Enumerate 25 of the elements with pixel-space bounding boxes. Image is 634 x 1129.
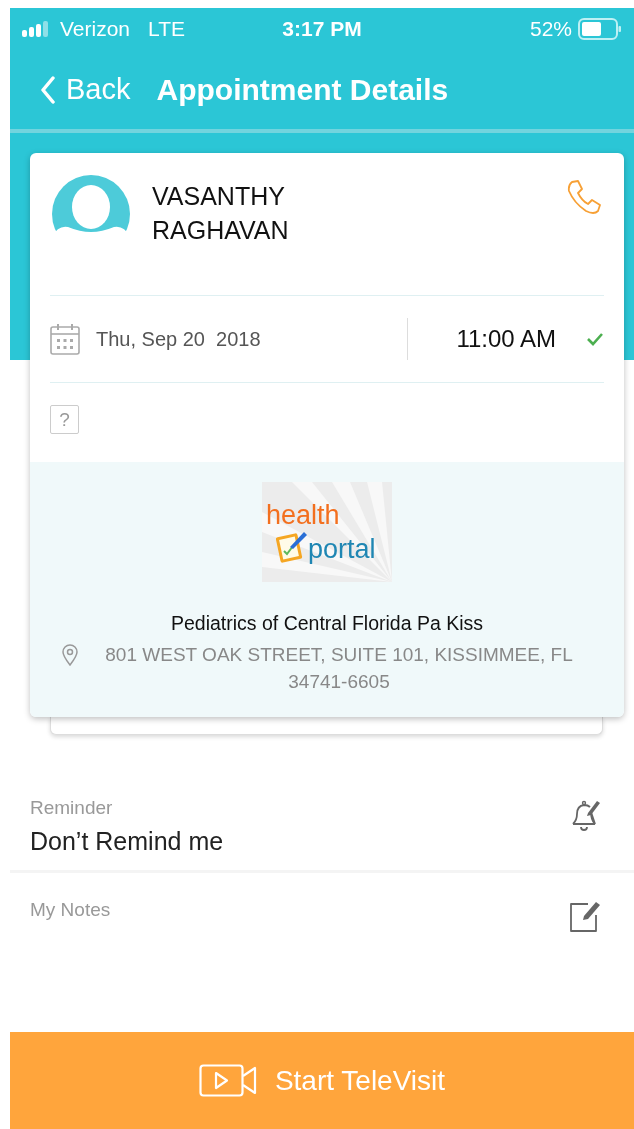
notes-label: My Notes [30,899,112,921]
clipboard-icon [276,529,308,563]
logo-text: portal [308,535,376,563]
provider-name: Pediatrics of Central Florida Pa Kiss [170,612,484,635]
patient-name: VASANTHY RAGHAVAN [152,181,290,246]
back-button[interactable]: Back [40,73,131,106]
clock: 3:17 PM [282,17,362,40]
logo-text: health [266,501,340,529]
start-televisit-button[interactable]: Start TeleVisit [10,1032,634,1129]
calendar-icon [50,323,80,355]
video-camera-icon [198,1064,257,1097]
reminder-label: Reminder [30,797,114,819]
edit-icon[interactable] [568,899,602,933]
appointment-time: 11:00 AM [456,325,556,353]
battery-percent: 52% [529,17,572,41]
page-title: Appointment Details [156,72,449,107]
chevron-left-icon [40,75,56,104]
location-pin-icon [62,644,78,666]
appointment-date: Thu, Sep 20 2018 [96,327,262,351]
provider-address: 801 WEST OAK STREET, SUITE 101, KISSIMMEE, FL 34741-6605 [104,643,574,694]
reminder-value: Don’t Remind me [30,827,225,856]
network-type: LTE [148,17,185,41]
help-button[interactable]: ? [50,405,79,434]
battery-icon [578,18,622,40]
carrier-name: Verizon [60,17,131,41]
